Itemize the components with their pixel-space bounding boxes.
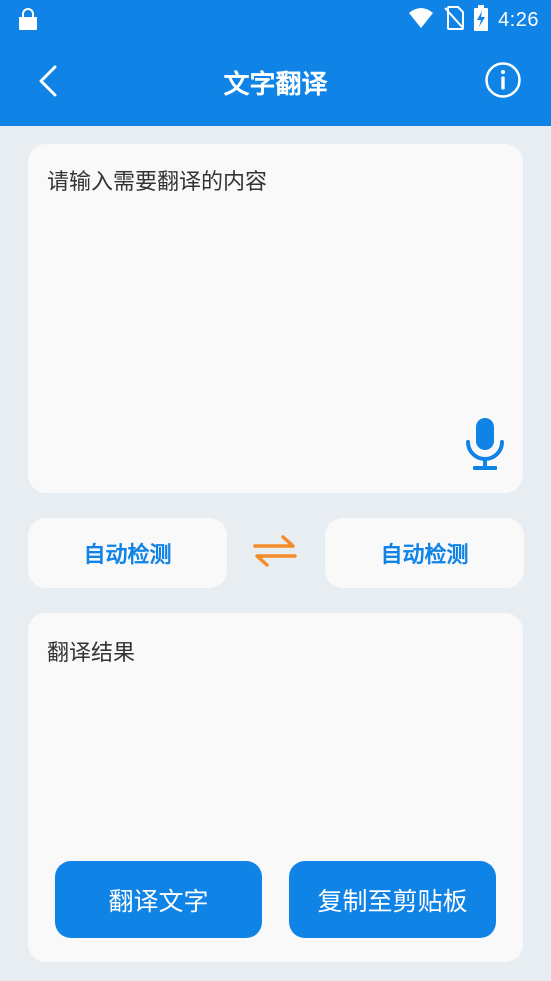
page-title: 文字翻译 [223,70,328,100]
copy-button-label: 复制至剪贴板 [317,886,468,916]
shopping-bag-icon [16,8,40,32]
status-time: 4:26 [498,8,539,31]
status-bar: 4:26 [0,0,551,40]
microphone-icon [464,416,506,478]
wifi-icon [408,7,434,33]
copy-to-clipboard-button[interactable]: 复制至剪贴板 [289,861,496,938]
battery-charging-icon [474,5,489,35]
target-language-button[interactable]: 自动检测 [325,518,524,588]
no-sim-icon [444,6,465,34]
translate-input[interactable] [47,164,504,434]
swap-arrows-icon [251,531,299,575]
source-language-label: 自动检测 [83,543,172,568]
result-card: 翻译结果 翻译文字 复制至剪贴板 [28,613,523,962]
header: 4:26 文字翻译 [0,0,551,126]
translation-result: 翻译结果 [47,641,136,666]
translate-button-label: 翻译文字 [108,886,209,916]
status-right: 4:26 [408,5,539,35]
input-card [28,144,523,493]
voice-input-button[interactable] [463,417,507,477]
source-language-button[interactable]: 自动检测 [28,518,227,588]
app-bar: 文字翻译 [0,40,551,126]
info-button[interactable] [483,62,523,102]
translate-button[interactable]: 翻译文字 [55,861,262,938]
swap-languages-button[interactable] [247,530,303,576]
target-language-label: 自动检测 [380,543,469,568]
info-icon [484,61,522,103]
